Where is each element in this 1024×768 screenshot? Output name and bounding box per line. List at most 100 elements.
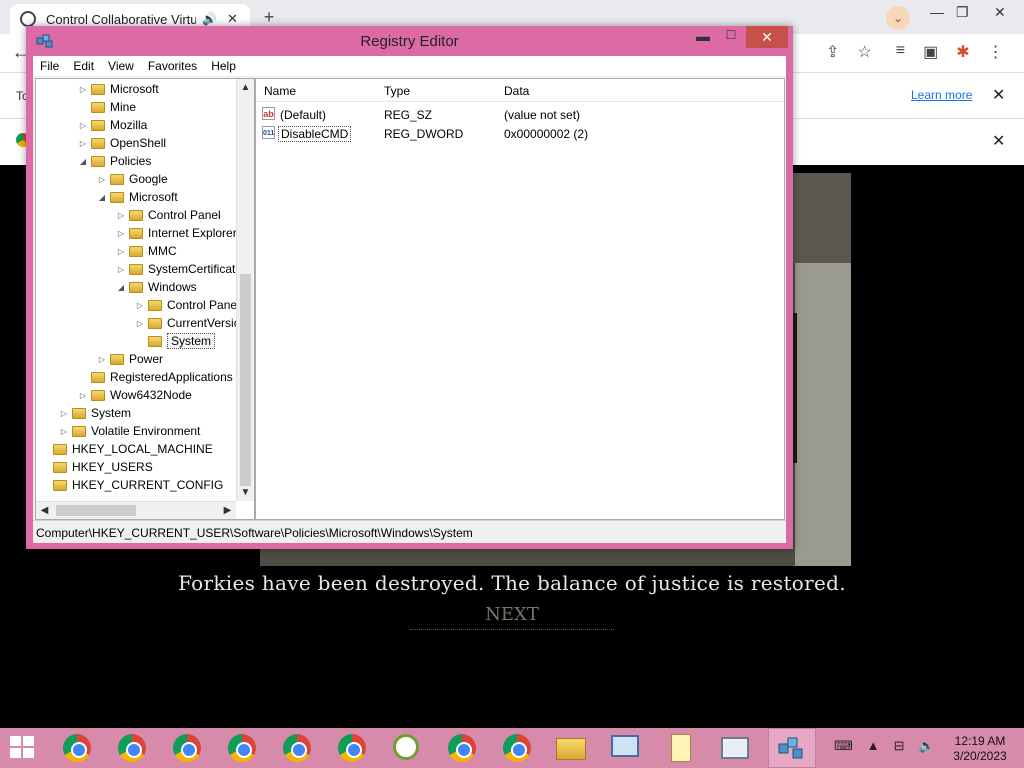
tree-node[interactable]: ▷ Volatile Environment xyxy=(59,422,200,440)
chrome-taskbar-icon[interactable] xyxy=(445,732,479,764)
chrome-taskbar-icon[interactable] xyxy=(60,732,94,764)
column-data[interactable]: Data xyxy=(504,84,529,98)
chrome-profile-taskbar-icon[interactable] xyxy=(335,732,369,764)
tree-horizontal-scrollbar[interactable]: ◀ ▶ xyxy=(36,501,236,519)
bookmark-star-icon[interactable]: ☆ xyxy=(857,42,871,62)
tree-node[interactable]: HKEY_LOCAL_MACHINE xyxy=(40,440,213,458)
tree-node[interactable]: ▷ Wow6432Node xyxy=(78,386,192,404)
scroll-left-icon[interactable]: ◀ xyxy=(36,502,53,519)
taskbar-clock[interactable]: 12:19 AM 3/20/2023 xyxy=(948,734,1012,764)
tree-node[interactable]: ▷ System xyxy=(59,404,131,422)
tree-node[interactable]: ▷ OpenShell xyxy=(78,134,166,152)
task-manager-icon[interactable] xyxy=(718,732,752,764)
expand-arrow-icon[interactable]: ▷ xyxy=(116,247,126,256)
value-row[interactable]: ab (Default) REG_SZ (value not set) xyxy=(256,105,784,124)
tab-search-icon[interactable]: ⌄ xyxy=(886,6,910,30)
expand-arrow-icon[interactable]: ▷ xyxy=(116,265,126,274)
chrome-taskbar-icon[interactable] xyxy=(225,732,259,764)
expand-arrow-icon[interactable]: ◢ xyxy=(78,157,88,166)
start-button[interactable] xyxy=(10,736,36,760)
new-tab-button[interactable]: + xyxy=(258,6,280,28)
speaker-icon[interactable]: 🔊 xyxy=(202,12,217,26)
extension-icon[interactable]: ✱ xyxy=(956,42,969,62)
touch-keyboard-icon[interactable]: ⌨ xyxy=(834,738,853,754)
menu-file[interactable]: File xyxy=(33,56,66,76)
control-panel-icon[interactable] xyxy=(608,732,642,764)
menu-dots-icon[interactable]: ⋮ xyxy=(988,42,1004,62)
infobar-secondary-close-icon[interactable]: ✕ xyxy=(992,131,1005,151)
expand-arrow-icon[interactable]: ▷ xyxy=(97,175,107,184)
tree-node[interactable]: ▷ Google xyxy=(97,170,168,188)
app-taskbar-icon[interactable] xyxy=(390,732,424,764)
tree-node[interactable]: ▷ Microsoft xyxy=(78,80,159,98)
show-hidden-icons-icon[interactable]: ▲ xyxy=(867,738,880,754)
expand-arrow-icon[interactable]: ◢ xyxy=(97,193,107,202)
chrome-taskbar-icon[interactable] xyxy=(170,732,204,764)
expand-arrow-icon[interactable]: ▷ xyxy=(78,121,88,130)
media-control-icon[interactable]: ≡ xyxy=(896,42,905,62)
tree-node[interactable]: ▷ Internet Explorer xyxy=(116,224,237,242)
tree-node[interactable]: ◢ Windows xyxy=(116,278,197,296)
share-icon[interactable]: ⇪ xyxy=(826,42,839,62)
expand-arrow-icon[interactable]: ▷ xyxy=(78,391,88,400)
expand-arrow-icon[interactable]: ▷ xyxy=(116,211,126,220)
expand-arrow-icon[interactable]: ▷ xyxy=(135,301,145,310)
registry-minimize-button[interactable]: ▬ xyxy=(691,28,715,48)
regedit-taskbar-button[interactable] xyxy=(768,728,816,768)
chrome-taskbar-icon[interactable] xyxy=(115,732,149,764)
menu-edit[interactable]: Edit xyxy=(66,56,101,76)
tree-node[interactable]: ▷ MMC xyxy=(116,242,177,260)
window-close-icon[interactable]: ✕ xyxy=(994,4,1006,21)
tree-vertical-scrollbar[interactable]: ▲ ▼ xyxy=(236,79,254,501)
side-panel-icon[interactable]: ▣ xyxy=(923,42,938,62)
expand-arrow-icon[interactable]: ▷ xyxy=(116,229,126,238)
tree-node[interactable]: System xyxy=(135,332,216,350)
tree-node[interactable]: HKEY_USERS xyxy=(40,458,153,476)
tree-node[interactable]: ▷ Control Panel xyxy=(135,296,240,314)
volume-icon[interactable]: 🔈 xyxy=(919,738,935,754)
restore-icon[interactable]: ❐ xyxy=(956,4,969,21)
value-data: (value not set) xyxy=(504,108,581,122)
expand-arrow-icon[interactable]: ▷ xyxy=(59,409,69,418)
scroll-thumb[interactable] xyxy=(240,274,251,486)
tree-node[interactable]: ▷ Control Panel xyxy=(116,206,221,224)
tree-node[interactable]: Mine xyxy=(78,98,136,116)
tab-close-icon[interactable]: ✕ xyxy=(227,11,238,27)
expand-arrow-icon[interactable]: ▷ xyxy=(78,139,88,148)
tree-node[interactable]: HKEY_CURRENT_CONFIG xyxy=(40,476,223,494)
notepad-icon[interactable] xyxy=(664,732,698,764)
value-row[interactable]: 011 DisableCMD REG_DWORD 0x00000002 (2) xyxy=(256,124,784,143)
network-icon[interactable]: ⊟ xyxy=(894,738,905,754)
tree-node[interactable]: ▷ Mozilla xyxy=(78,116,147,134)
expand-arrow-icon[interactable]: ▷ xyxy=(78,85,88,94)
scroll-right-icon[interactable]: ▶ xyxy=(219,502,236,519)
menu-help[interactable]: Help xyxy=(204,56,243,76)
expand-arrow-icon[interactable]: ▷ xyxy=(135,319,145,328)
learn-more-link[interactable]: Learn more xyxy=(911,88,972,102)
expand-arrow-icon[interactable]: ▷ xyxy=(97,355,107,364)
expand-arrow-icon[interactable]: ▷ xyxy=(59,427,69,436)
registry-title-bar[interactable]: Registry Editor ▬ ☐ ✕ xyxy=(26,26,793,54)
infobar-close-icon[interactable]: ✕ xyxy=(992,85,1005,105)
tree-node[interactable]: ◢ Policies xyxy=(78,152,151,170)
expand-arrow-icon[interactable]: ◢ xyxy=(116,283,126,292)
scroll-down-icon[interactable]: ▼ xyxy=(237,484,254,501)
chrome-profile-taskbar-icon[interactable] xyxy=(280,732,314,764)
tree-node[interactable]: ▷ Power xyxy=(97,350,163,368)
file-explorer-icon[interactable] xyxy=(554,732,588,764)
scroll-up-icon[interactable]: ▲ xyxy=(237,79,254,96)
column-name[interactable]: Name xyxy=(264,84,296,98)
menu-view[interactable]: View xyxy=(101,56,141,76)
tree-node[interactable]: ▷ SystemCertificates xyxy=(116,260,248,278)
registry-close-button[interactable]: ✕ xyxy=(746,26,788,48)
tree-node[interactable]: RegisteredApplications xyxy=(78,368,233,386)
menu-favorites[interactable]: Favorites xyxy=(141,56,204,76)
tree-node[interactable]: ◢ Microsoft xyxy=(97,188,178,206)
registry-maximize-button[interactable]: ☐ xyxy=(719,28,743,48)
hscroll-thumb[interactable] xyxy=(56,505,136,516)
minimize-icon[interactable]: — xyxy=(930,4,944,20)
next-button[interactable]: NEXT xyxy=(0,604,1024,625)
column-type[interactable]: Type xyxy=(384,84,410,98)
tree-node[interactable]: ▷ CurrentVersion xyxy=(135,314,247,332)
chrome-taskbar-icon[interactable] xyxy=(500,732,534,764)
